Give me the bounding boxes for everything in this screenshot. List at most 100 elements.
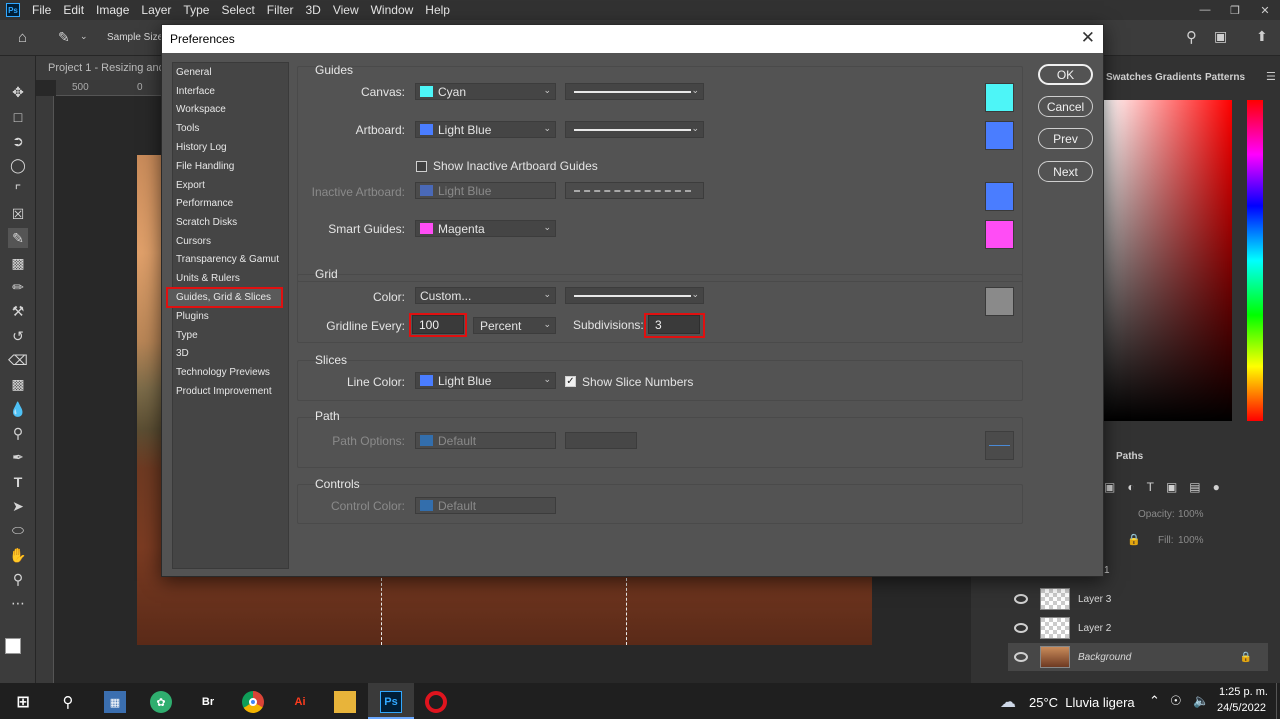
eraser-tool-icon[interactable]: ⌫ — [8, 350, 28, 370]
canvas-color-dropdown[interactable]: Cyan ⌄ — [415, 83, 556, 100]
menu-edit[interactable]: Edit — [63, 3, 84, 17]
grid-color-swatch[interactable] — [985, 287, 1014, 316]
layer-row-background[interactable]: Background 🔒 — [1008, 643, 1268, 671]
menu-window[interactable]: Window — [371, 3, 414, 17]
smart-object-filter-icon[interactable]: ▤ — [1189, 480, 1200, 496]
menu-3d[interactable]: 3D — [305, 3, 320, 17]
menu-type[interactable]: Type — [183, 3, 209, 17]
panel-menu-icon[interactable]: ☰ — [1266, 70, 1276, 83]
chevron-down-icon[interactable]: ⌄ — [80, 31, 88, 42]
brush-tool-icon[interactable]: ✏ — [8, 277, 28, 297]
menu-file[interactable]: File — [32, 3, 51, 17]
category-tools[interactable]: Tools — [176, 123, 199, 134]
document-tab[interactable]: Project 1 - Resizing and — [36, 56, 166, 80]
category-export[interactable]: Export — [176, 180, 205, 191]
calculator-app-icon[interactable]: ▦ — [104, 691, 126, 713]
category-transparency-gamut[interactable]: Transparency & Gamut — [176, 254, 279, 265]
photoshop-app-icon[interactable]: Ps — [380, 691, 402, 713]
ok-button[interactable]: OK — [1038, 64, 1093, 85]
shape-tool-icon[interactable]: ⬭ — [8, 520, 28, 540]
category-plugins[interactable]: Plugins — [176, 311, 209, 322]
windows-start-icon[interactable]: ⊞ — [12, 691, 34, 713]
weather-text[interactable]: 25°C Lluvia ligera — [1029, 695, 1135, 710]
color-picker-field[interactable] — [1104, 100, 1232, 421]
artboard-color-dropdown[interactable]: Light Blue ⌄ — [415, 121, 556, 138]
clock-date[interactable]: 24/5/2022 — [1217, 702, 1266, 714]
path-selection-tool-icon[interactable]: ➤ — [8, 496, 28, 516]
pen-tool-icon[interactable]: ✒ — [8, 447, 28, 467]
more-tools-icon[interactable]: ⋯ — [8, 593, 28, 613]
category-performance[interactable]: Performance — [176, 198, 233, 209]
category-general[interactable]: General — [176, 67, 212, 78]
workspace-icon[interactable]: ▣ — [1214, 28, 1227, 45]
restore-icon[interactable]: ❐ — [1220, 0, 1250, 20]
frame-tool-icon[interactable]: ☒ — [8, 204, 28, 224]
hand-tool-icon[interactable]: ✋ — [8, 545, 28, 565]
marquee-tool-icon[interactable]: □ — [8, 107, 28, 127]
tab-swatches[interactable]: Swatches — [1106, 72, 1152, 83]
category-product-improvement[interactable]: Product Improvement — [176, 386, 272, 397]
smart-guides-dropdown[interactable]: Magenta ⌄ — [415, 220, 556, 237]
gradient-tool-icon[interactable]: ▩ — [8, 374, 28, 394]
canvas-color-swatch[interactable] — [985, 83, 1014, 112]
tab-gradients[interactable]: Gradients — [1155, 72, 1202, 83]
toggle-filter-icon[interactable]: ● — [1213, 480, 1220, 496]
file-explorer-app-icon[interactable] — [334, 691, 356, 713]
illustrator-app-icon[interactable]: Ai — [289, 691, 311, 713]
menu-help[interactable]: Help — [425, 3, 450, 17]
visibility-eye-icon[interactable] — [1014, 594, 1028, 604]
cancel-button[interactable]: Cancel — [1038, 96, 1093, 117]
category-workspace[interactable]: Workspace — [176, 104, 226, 115]
eyedropper-icon[interactable]: ✎ — [58, 29, 70, 46]
menu-view[interactable]: View — [333, 3, 359, 17]
share-icon[interactable]: ⬆ — [1256, 28, 1268, 45]
category-scratch-disks[interactable]: Scratch Disks — [176, 217, 237, 228]
clone-stamp-tool-icon[interactable]: ⚒ — [8, 301, 28, 321]
grid-style-dropdown[interactable]: ⌄ — [565, 287, 704, 304]
visibility-eye-icon[interactable] — [1014, 623, 1028, 633]
pixel-filter-icon[interactable]: ▣ — [1104, 480, 1115, 496]
show-slice-numbers-checkbox[interactable]: ✓ — [565, 376, 576, 387]
hue-slider[interactable] — [1247, 100, 1263, 421]
home-icon[interactable]: ⌂ — [18, 29, 27, 46]
artboard-color-swatch[interactable] — [985, 121, 1014, 150]
slice-line-color-dropdown[interactable]: Light Blue ⌄ — [415, 372, 556, 389]
category-technology-previews[interactable]: Technology Previews — [176, 367, 270, 378]
crop-tool-icon[interactable]: ⌜ — [8, 180, 28, 200]
lock-all-icon[interactable]: 🔒 — [1127, 533, 1141, 546]
category-guides-grid-slices[interactable]: Guides, Grid & Slices — [176, 292, 271, 303]
lasso-tool-icon[interactable]: ➲ — [8, 131, 28, 151]
tab-patterns[interactable]: Patterns — [1205, 72, 1245, 83]
smart-guides-color-swatch[interactable] — [985, 220, 1014, 249]
canvas-style-dropdown[interactable]: ⌄ — [565, 83, 704, 100]
history-brush-tool-icon[interactable]: ↺ — [8, 326, 28, 346]
layer-row-layer-3[interactable]: Layer 3 — [1008, 585, 1268, 613]
volume-icon[interactable]: 🔈 — [1193, 693, 1209, 709]
healing-brush-tool-icon[interactable]: ▩ — [8, 253, 28, 273]
next-button[interactable]: Next — [1038, 161, 1093, 182]
move-tool-icon[interactable]: ✥ — [8, 82, 28, 102]
category-cursors[interactable]: Cursors — [176, 236, 211, 247]
opacity-value[interactable]: 100% — [1178, 509, 1204, 520]
zoom-tool-icon[interactable]: ⚲ — [8, 569, 28, 589]
type-filter-icon[interactable]: T — [1147, 480, 1154, 496]
blur-tool-icon[interactable]: 💧 — [8, 399, 28, 419]
category-type[interactable]: Type — [176, 330, 198, 341]
opera-app-icon[interactable] — [425, 691, 447, 713]
category-units-rulers[interactable]: Units & Rulers — [176, 273, 240, 284]
inactive-artboard-color-swatch[interactable] — [985, 182, 1014, 211]
tab-paths[interactable]: Paths — [1116, 451, 1143, 462]
type-tool-icon[interactable]: T — [8, 472, 28, 492]
chrome-app-icon[interactable] — [242, 691, 264, 713]
show-hidden-icons[interactable]: ⌃ — [1149, 693, 1160, 709]
menu-layer[interactable]: Layer — [141, 3, 171, 17]
dodge-tool-icon[interactable]: ⚲ — [8, 423, 28, 443]
bridge-app-icon[interactable]: Br — [197, 691, 219, 713]
adjustment-filter-icon[interactable]: ◐ — [1127, 480, 1134, 496]
layer-row-layer-2[interactable]: Layer 2 — [1008, 614, 1268, 642]
chatgpt-app-icon[interactable]: ✿ — [150, 691, 172, 713]
close-window-icon[interactable]: ✕ — [1250, 0, 1280, 20]
grid-color-dropdown[interactable]: Custom... ⌄ — [415, 287, 556, 304]
close-icon[interactable]: ✕ — [1081, 28, 1095, 48]
eyedropper-tool-icon[interactable]: ✎ — [8, 228, 28, 248]
